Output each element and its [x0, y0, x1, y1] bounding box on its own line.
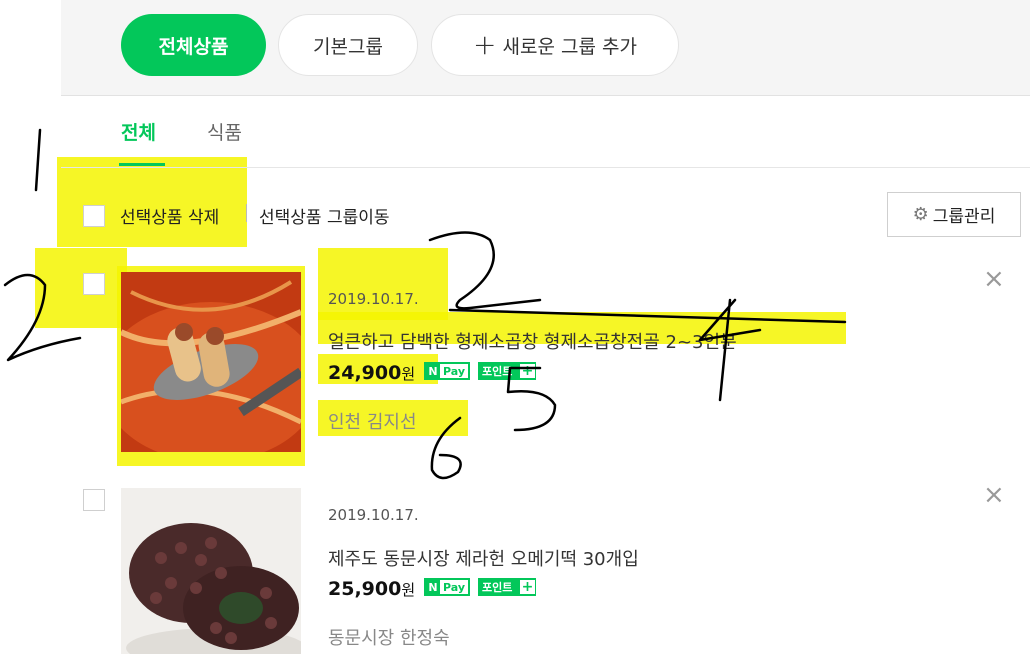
product-seller[interactable]: 동문시장 한정숙 — [328, 624, 450, 650]
npay-label: Pay — [443, 580, 466, 594]
npay-n-icon: N — [426, 364, 440, 378]
point-plus-icon: + — [520, 579, 535, 595]
npay-badge: N Pay — [424, 578, 470, 596]
move-selected-button[interactable]: 선택상품 그룹이동 — [259, 203, 390, 228]
toolbar-divider — [246, 204, 247, 222]
remove-product-icon[interactable]: × — [983, 266, 1005, 292]
tab-food[interactable]: 식품 — [207, 118, 242, 145]
product-seller[interactable]: 인천 김지선 — [328, 408, 417, 434]
product-image[interactable] — [121, 488, 301, 654]
npay-label: Pay — [443, 364, 466, 378]
product-date: 2019.10.17. — [328, 290, 419, 308]
point-label: 포인트 — [482, 365, 513, 378]
gear-icon: ⚙ — [912, 204, 929, 225]
price-currency: 원 — [401, 581, 416, 599]
add-group-button[interactable]: + 새로운 그룹 추가 — [431, 14, 679, 76]
remove-product-icon[interactable]: × — [983, 482, 1005, 508]
point-label: 포인트 — [482, 581, 513, 594]
omegi-tteok-photo — [121, 488, 301, 654]
highlight-toolbar — [57, 157, 247, 247]
select-all-checkbox[interactable] — [83, 205, 105, 227]
gopchang-photo — [121, 272, 301, 452]
highlight-date — [318, 248, 448, 320]
product-image[interactable] — [121, 272, 301, 452]
npay-n-icon: N — [426, 580, 440, 594]
active-tab-indicator — [119, 163, 165, 166]
price-value: 24,900 — [328, 362, 402, 384]
add-group-label: 새로운 그룹 추가 — [502, 35, 637, 58]
point-badge: 포인트 + — [478, 362, 536, 380]
price-value: 25,900 — [328, 578, 402, 600]
price-currency: 원 — [401, 365, 416, 383]
group-manage-label: 그룹관리 — [932, 207, 996, 227]
product-title[interactable]: 얼큰하고 담백한 형제소곱창 형제소곱창전골 2~3인분 — [328, 328, 737, 354]
annotation-1 — [34, 128, 42, 192]
group-all-button[interactable]: 전체상품 — [121, 14, 266, 76]
product-date: 2019.10.17. — [328, 506, 419, 524]
product-price: 24,900원 — [328, 362, 415, 384]
point-badge: 포인트 + — [478, 578, 536, 596]
group-basic-button[interactable]: 기본그룹 — [278, 14, 418, 76]
category-tabs: 전체 식품 — [61, 96, 1030, 168]
plus-icon: + — [473, 28, 497, 61]
point-plus-icon: + — [520, 363, 535, 379]
delete-selected-button[interactable]: 선택상품 삭제 — [120, 203, 219, 228]
product-title[interactable]: 제주도 동문시장 제라헌 오메기떡 30개입 — [328, 545, 639, 571]
npay-badge: N Pay — [424, 362, 470, 380]
highlight-checkbox-area — [35, 248, 127, 328]
product-checkbox[interactable] — [83, 489, 105, 511]
product-checkbox[interactable] — [83, 273, 105, 295]
product-price: 25,900원 — [328, 578, 415, 600]
tab-all[interactable]: 전체 — [121, 118, 156, 145]
group-manage-button[interactable]: ⚙ 그룹관리 — [887, 192, 1021, 237]
